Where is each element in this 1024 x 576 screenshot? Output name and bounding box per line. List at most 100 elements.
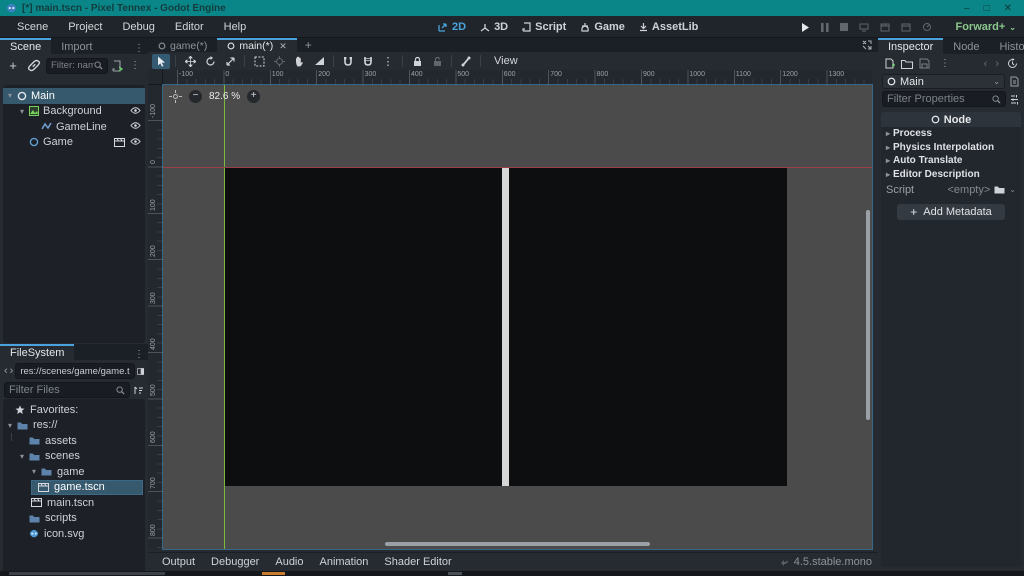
workspace-3d[interactable]: 3D <box>480 21 508 33</box>
section-auto-translate[interactable]: ▸Auto Translate <box>881 154 1021 168</box>
new-resource-icon[interactable] <box>884 58 895 69</box>
history-back-icon[interactable]: ‹ <box>984 58 988 70</box>
category-node-header[interactable]: Node <box>881 112 1021 127</box>
workspace-assetlib[interactable]: AssetLib <box>639 21 698 33</box>
zoom-in-button[interactable]: + <box>247 90 260 103</box>
fs-icon-svg[interactable]: icon.svg <box>3 526 145 542</box>
remote-debug-icon[interactable] <box>859 23 869 32</box>
menu-help[interactable]: Help <box>215 18 256 36</box>
fs-favorites[interactable]: Favorites: <box>3 402 145 418</box>
scene-filter-input[interactable]: Filter: name, t:t <box>46 58 108 74</box>
embed-game-icon[interactable] <box>901 23 911 32</box>
extra-resource-icon[interactable] <box>1009 76 1020 87</box>
tab-import[interactable]: Import <box>51 38 102 54</box>
pause-icon[interactable] <box>821 23 829 32</box>
visibility-icon[interactable] <box>130 121 141 130</box>
tab-node[interactable]: Node <box>943 38 989 54</box>
new-scene-tab-button[interactable]: + <box>297 38 320 52</box>
movie-writer-icon[interactable] <box>880 23 890 32</box>
rotate-mode-button[interactable] <box>201 54 219 69</box>
menu-scene[interactable]: Scene <box>8 18 57 36</box>
snap-options-icon[interactable]: ⋮ <box>379 54 397 69</box>
zoom-percent[interactable]: 82.6 % <box>209 91 240 102</box>
workspace-game[interactable]: Game <box>580 21 625 33</box>
skeleton-options-button[interactable] <box>457 54 475 69</box>
ruler-mode-button[interactable] <box>310 54 328 69</box>
center-view-icon[interactable] <box>169 90 182 103</box>
unlock-selected-button[interactable] <box>428 54 446 69</box>
scene-node-background[interactable]: ▾ Background <box>3 104 145 120</box>
split-view-icon[interactable] <box>137 366 144 377</box>
fs-main-tscn[interactable]: main.tscn <box>3 495 145 511</box>
scene-tree-menu-icon[interactable]: ⋮ <box>126 60 144 71</box>
scale-mode-button[interactable] <box>221 54 239 69</box>
vertical-scrollbar[interactable] <box>866 210 870 420</box>
add-node-button[interactable]: + <box>4 58 22 73</box>
close-icon[interactable]: ✕ <box>1004 3 1012 14</box>
tab-history[interactable]: History <box>990 38 1024 54</box>
smart-snap-button[interactable] <box>339 54 357 69</box>
minimize-icon[interactable]: – <box>964 3 970 14</box>
filesystem-path[interactable]: res://scenes/game/game.t <box>15 363 134 379</box>
scene-tab-game[interactable]: game(*) <box>148 38 217 52</box>
inspected-node-select[interactable]: Main ⌄ <box>882 74 1005 89</box>
lock-selected-button[interactable] <box>408 54 426 69</box>
filesystem-filter-input[interactable]: Filter Files <box>4 382 130 398</box>
fs-res-root[interactable]: ▾ res:// <box>3 418 145 434</box>
nav-back-icon[interactable]: ‹ <box>4 365 8 377</box>
section-physics-interpolation[interactable]: ▸Physics Interpolation <box>881 141 1021 155</box>
fs-game-tscn[interactable]: game.tscn <box>31 480 143 496</box>
select-mode-button[interactable] <box>152 54 170 69</box>
visibility-icon[interactable] <box>130 106 141 115</box>
play-icon[interactable] <box>801 23 810 32</box>
scene-node-game[interactable]: Game <box>3 135 145 151</box>
horizontal-scrollbar[interactable] <box>385 542 650 546</box>
tab-filesystem[interactable]: FileSystem <box>0 344 74 360</box>
bottom-debugger-button[interactable]: Debugger <box>205 554 265 570</box>
pan-mode-button[interactable] <box>290 54 308 69</box>
tab-inspector[interactable]: Inspector <box>878 38 943 54</box>
fs-scripts[interactable]: scripts <box>3 511 145 527</box>
workspace-script[interactable]: Script <box>522 21 566 33</box>
load-resource-icon[interactable] <box>901 59 913 69</box>
bottom-output-button[interactable]: Output <box>156 554 201 570</box>
renderer-select[interactable]: Forward+ ⌄ <box>955 16 1016 38</box>
bottom-animation-button[interactable]: Animation <box>314 554 375 570</box>
profiler-icon[interactable] <box>922 22 932 32</box>
grid-snap-button[interactable] <box>359 54 377 69</box>
nav-forward-icon[interactable]: › <box>10 365 14 377</box>
folder-icon[interactable] <box>994 185 1005 194</box>
expand-bottom-panel-icon[interactable] <box>862 40 872 50</box>
fs-scenes[interactable]: ▾ scenes <box>3 449 145 465</box>
section-process[interactable]: ▸Process <box>881 127 1021 141</box>
stop-icon[interactable] <box>840 23 848 31</box>
attach-script-icon[interactable] <box>111 60 123 72</box>
fs-game-folder[interactable]: ▾ game <box>3 464 145 480</box>
menu-project[interactable]: Project <box>59 18 111 36</box>
scene-tab-main[interactable]: main(*) ✕ <box>217 38 296 52</box>
scene-node-main[interactable]: ▾ Main <box>3 88 145 104</box>
pivot-button[interactable] <box>270 54 288 69</box>
instance-scene-icon[interactable] <box>25 58 43 73</box>
script-property-value[interactable]: <empty> <box>947 184 990 196</box>
viewport-canvas[interactable]: − 82.6 % + <box>163 85 872 549</box>
tab-scene[interactable]: Scene <box>0 38 51 54</box>
scene-node-gameline[interactable]: GameLine <box>3 119 145 135</box>
instanced-scene-icon[interactable] <box>114 138 125 147</box>
save-resource-icon[interactable] <box>919 58 930 69</box>
move-mode-button[interactable] <box>181 54 199 69</box>
list-select-button[interactable] <box>250 54 268 69</box>
inspector-filter-input[interactable]: Filter Properties <box>882 91 1006 107</box>
sort-icon[interactable] <box>133 385 144 396</box>
resource-options-icon[interactable]: ⋮ <box>936 58 954 69</box>
filesystem-menu-icon[interactable]: ⋮ <box>130 349 148 360</box>
view-menu[interactable]: View <box>486 55 526 67</box>
object-history-icon[interactable] <box>1007 58 1018 69</box>
property-filter-icon[interactable] <box>1009 94 1020 105</box>
bottom-audio-button[interactable]: Audio <box>269 554 309 570</box>
maximize-icon[interactable]: □ <box>984 3 990 14</box>
visibility-icon[interactable] <box>130 137 141 146</box>
section-editor-description[interactable]: ▸Editor Description <box>881 168 1021 182</box>
workspace-2d[interactable]: 2D <box>438 21 466 33</box>
scene-dock-menu-icon[interactable]: ⋮ <box>130 43 148 54</box>
